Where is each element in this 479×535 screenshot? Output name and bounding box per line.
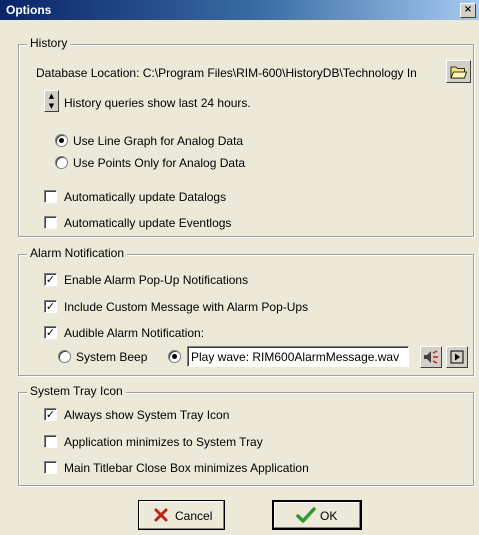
speaker-button[interactable]	[420, 346, 442, 368]
wave-file-field[interactable]: Play wave: RIM600AlarmMessage.wav	[187, 346, 409, 367]
spin-down-icon[interactable]: ▼	[45, 101, 58, 111]
system-tray-legend: System Tray Icon	[27, 384, 126, 398]
close-box-minimizes-checkbox[interactable]	[44, 461, 57, 474]
custom-message-label[interactable]: Include Custom Message with Alarm Pop-Up…	[64, 300, 308, 314]
cancel-x-icon	[154, 508, 168, 522]
custom-message-checkbox[interactable]: ✓	[44, 300, 57, 313]
auto-eventlogs-label[interactable]: Automatically update Eventlogs	[64, 216, 231, 230]
speaker-icon	[424, 350, 438, 364]
alarm-legend: Alarm Notification	[27, 246, 128, 260]
open-folder-icon	[450, 66, 468, 79]
close-box-minimizes-label[interactable]: Main Titlebar Close Box minimizes Applic…	[64, 461, 309, 475]
enable-popups-checkbox[interactable]: ✓	[44, 273, 57, 286]
enable-popups-label[interactable]: Enable Alarm Pop-Up Notifications	[64, 273, 248, 287]
ok-check-icon	[296, 507, 316, 523]
play-icon	[450, 350, 464, 364]
play-wave-label: Play wave:	[191, 350, 250, 364]
history-queries-label: History queries show last 24 hours.	[64, 96, 251, 110]
browse-database-button[interactable]	[446, 60, 471, 83]
spin-up-icon[interactable]: ▲	[45, 91, 58, 101]
minimize-to-tray-label[interactable]: Application minimizes to System Tray	[64, 435, 263, 449]
line-graph-radio[interactable]	[55, 134, 68, 147]
system-beep-radio[interactable]	[58, 350, 71, 363]
window-title: Options	[6, 3, 52, 17]
play-button[interactable]	[446, 346, 468, 368]
close-button[interactable]: ×	[460, 3, 476, 18]
database-location-label: Database Location: C:\Program Files\RIM-…	[36, 66, 417, 80]
always-show-tray-checkbox[interactable]: ✓	[44, 408, 57, 421]
cancel-button[interactable]: Cancel	[138, 500, 225, 530]
cancel-label: Cancel	[175, 509, 213, 523]
history-legend: History	[27, 36, 71, 50]
ok-button[interactable]: OK	[272, 500, 362, 530]
auto-eventlogs-checkbox[interactable]	[44, 216, 57, 229]
options-dialog: Options × History Database Location: C:\…	[0, 0, 479, 535]
minimize-to-tray-checkbox[interactable]	[44, 435, 57, 448]
audible-alarm-label[interactable]: Audible Alarm Notification:	[64, 326, 204, 340]
system-beep-label[interactable]: System Beep	[76, 350, 147, 364]
play-wave-radio[interactable]	[168, 350, 181, 363]
points-only-radio[interactable]	[55, 156, 68, 169]
audible-alarm-checkbox[interactable]: ✓	[44, 326, 57, 339]
auto-datalogs-checkbox[interactable]	[44, 190, 57, 203]
line-graph-label[interactable]: Use Line Graph for Analog Data	[73, 134, 243, 148]
points-only-label[interactable]: Use Points Only for Analog Data	[73, 156, 245, 170]
always-show-tray-label[interactable]: Always show System Tray Icon	[64, 408, 229, 422]
auto-datalogs-label[interactable]: Automatically update Datalogs	[64, 190, 226, 204]
wave-file-name: RIM600AlarmMessage.wav	[252, 350, 400, 364]
ok-label: OK	[320, 509, 338, 523]
title-bar[interactable]: Options ×	[0, 0, 479, 20]
history-hours-spinner[interactable]: ▲ ▼	[44, 90, 59, 112]
